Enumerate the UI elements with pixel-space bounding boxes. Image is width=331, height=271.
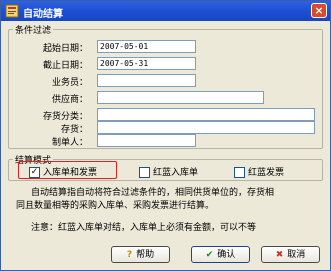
description-line2: 同且数量相等的采购入库单、采购发票进行结算。: [16, 201, 215, 211]
cancel-button-label: 取消: [287, 250, 306, 260]
ok-button-label: 确认: [217, 250, 236, 260]
checkbox-red-blue-invoice[interactable]: [234, 167, 245, 178]
app-icon: [5, 4, 19, 18]
help-button-label: 帮助: [136, 250, 155, 260]
auto-settle-dialog: 自动结算 × 条件过滤 起始日期： 2007-05-01 截止日期： 2007-…: [0, 0, 331, 271]
end-date-label: 截止日期：: [42, 61, 88, 71]
salesperson-input[interactable]: [97, 74, 196, 87]
inventory-category-label: 存货分类：: [42, 112, 88, 122]
title-bar: 自动结算 ×: [1, 1, 330, 21]
creator-input[interactable]: [97, 134, 196, 147]
help-icon: ?: [126, 250, 133, 260]
cancel-icon: ✖: [275, 250, 284, 260]
creator-label: 制单人：: [51, 138, 88, 148]
option-label: 红蓝发票: [248, 168, 285, 178]
description-note: 注意：红蓝入库单对结，入库单上必须有金额，可以不等: [31, 223, 257, 233]
inventory-label: 存货：: [60, 125, 88, 135]
close-button[interactable]: ×: [311, 3, 327, 18]
ok-button[interactable]: ✔ 确认: [191, 246, 250, 263]
check-icon: ✔: [205, 250, 214, 260]
help-button[interactable]: ? 帮助: [111, 246, 170, 263]
inventory-input[interactable]: [97, 121, 315, 134]
supplier-input[interactable]: [97, 91, 264, 104]
start-date-input[interactable]: 2007-05-01: [97, 40, 196, 53]
end-date-input[interactable]: 2007-05-31: [97, 57, 196, 70]
checkbox-invoice-receipt[interactable]: ✓: [29, 167, 40, 178]
option-label: 入库单和发票: [43, 168, 98, 178]
supplier-label: 供应商：: [51, 95, 88, 105]
option-label: 红蓝入库单: [153, 168, 199, 178]
window-title: 自动结算: [23, 9, 63, 20]
inventory-category-input[interactable]: [97, 108, 315, 121]
mode-option-red-blue-receipt[interactable]: 红蓝入库单: [139, 165, 198, 178]
salesperson-label: 业务员：: [51, 78, 88, 88]
criteria-legend: 条件过滤: [15, 26, 52, 36]
mode-option-invoice-receipt[interactable]: ✓ 入库单和发票: [29, 165, 97, 178]
cancel-button[interactable]: ✖ 取消: [261, 246, 320, 263]
mode-option-red-blue-invoice[interactable]: 红蓝发票: [234, 165, 284, 178]
start-date-label: 起始日期：: [42, 44, 88, 54]
checkbox-red-blue-receipt[interactable]: [139, 167, 150, 178]
description-line1: 自动结算指自动将符合过滤条件的，相同供货单位的，存货相: [31, 188, 275, 198]
